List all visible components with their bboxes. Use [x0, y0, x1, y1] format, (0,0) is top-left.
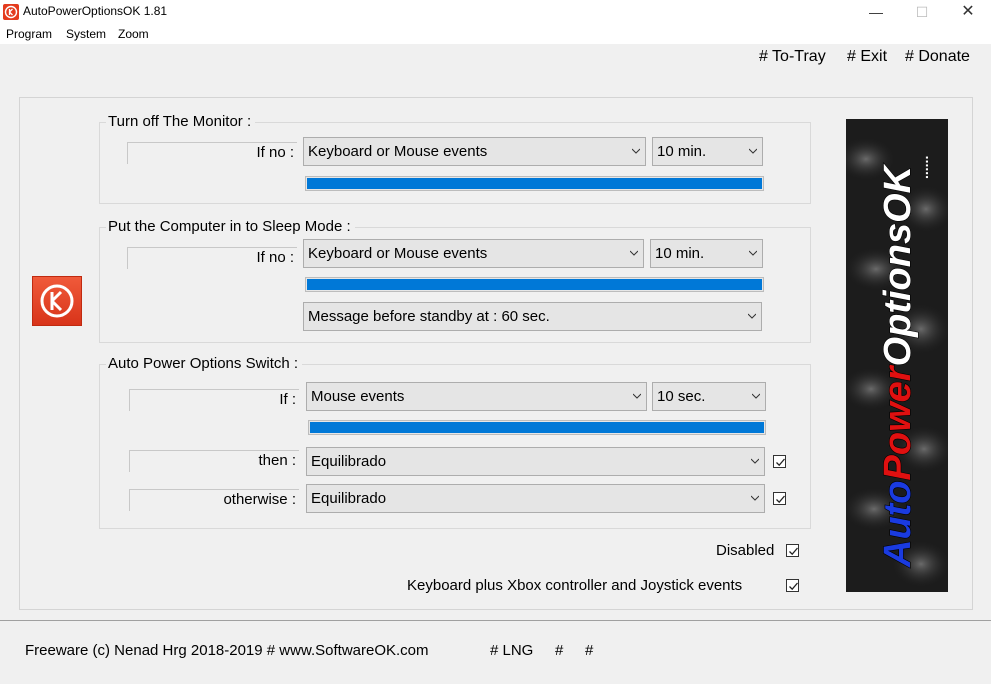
switch-event-value: Mouse events [311, 388, 405, 405]
chevron-down-icon [752, 393, 760, 399]
menu-system[interactable]: System [66, 27, 106, 41]
monitor-event-value: Keyboard or Mouse events [308, 143, 488, 160]
sleep-progress-fill [307, 279, 762, 290]
title-bar: AutoPowerOptionsOK 1.81 — ☐ ✕ [0, 0, 991, 24]
monitor-group-title: Turn off The Monitor : [106, 113, 256, 130]
close-button[interactable]: ✕ [945, 0, 991, 24]
menu-zoom[interactable]: Zoom [118, 27, 149, 41]
then-plan-value: Equilibrado [311, 453, 387, 470]
chevron-down-icon [633, 393, 641, 399]
app-icon[interactable] [3, 4, 19, 20]
switch-time-value: 10 sec. [657, 388, 706, 405]
disabled-checkbox[interactable] [786, 544, 799, 557]
footer-lng-link[interactable]: # LNG [490, 642, 533, 659]
disabled-label[interactable]: Disabled [716, 542, 774, 559]
switch-time-dropdown[interactable]: 10 sec. [652, 382, 766, 411]
sleep-event-dropdown[interactable]: Keyboard or Mouse events [303, 239, 644, 268]
monitor-event-dropdown[interactable]: Keyboard or Mouse events [303, 137, 646, 166]
banner-dots: ...... [915, 156, 931, 179]
switch-progress-fill [310, 422, 764, 433]
otherwise-checkbox[interactable] [773, 492, 786, 505]
otherwise-plan-dropdown[interactable]: Equilibrado [306, 484, 765, 513]
switch-if-label: If : [279, 391, 296, 408]
monitor-time-dropdown[interactable]: 10 min. [652, 137, 763, 166]
window-title: AutoPowerOptionsOK 1.81 [23, 4, 168, 18]
chevron-down-icon [630, 250, 638, 256]
app-banner[interactable]: AutoPowerOptionsOK ...... [846, 119, 948, 592]
switch-progress-bar [308, 420, 766, 435]
chevron-down-icon [749, 250, 757, 256]
sleep-progress-bar [305, 277, 764, 292]
standby-message-dropdown[interactable]: Message before standby at : 60 sec. [303, 302, 762, 331]
sleep-time-value: 10 min. [655, 245, 705, 262]
maximize-button[interactable]: ☐ [899, 0, 945, 24]
footer-hash-link-1[interactable]: # [555, 642, 563, 659]
banner-auto: Auto [877, 480, 919, 568]
monitor-time-value: 10 min. [657, 143, 707, 160]
softwareok-logo[interactable] [32, 276, 82, 326]
xbox-events-checkbox[interactable] [786, 579, 799, 592]
sleep-time-dropdown[interactable]: 10 min. [650, 239, 763, 268]
banner-power: Power [877, 364, 919, 480]
switch-event-dropdown[interactable]: Mouse events [306, 382, 647, 411]
chevron-down-icon [748, 313, 756, 319]
standby-message-value: Message before standby at : 60 sec. [308, 308, 550, 325]
chevron-down-icon [632, 148, 640, 154]
sleep-group-title: Put the Computer in to Sleep Mode : [106, 218, 355, 235]
footer-separator [0, 620, 991, 621]
chevron-down-icon [749, 148, 757, 154]
footer-hash-link-2[interactable]: # [585, 642, 593, 659]
monitor-if-no-label: If no : [256, 144, 294, 161]
menu-bar: Program System Zoom [0, 24, 991, 44]
chevron-down-icon [751, 458, 759, 464]
svg-text:AutoPowerOptionsOK: AutoPowerOptionsOK [877, 163, 919, 568]
then-label: then : [258, 452, 296, 469]
footer-copyright-link[interactable]: Freeware (c) Nenad Hrg 2018-2019 # www.S… [25, 642, 429, 659]
chevron-down-icon [751, 495, 759, 501]
monitor-progress-fill [307, 178, 762, 189]
then-plan-dropdown[interactable]: Equilibrado [306, 447, 765, 476]
then-checkbox[interactable] [773, 455, 786, 468]
banner-options: Options [877, 223, 919, 367]
otherwise-plan-value: Equilibrado [311, 490, 387, 507]
xbox-events-label[interactable]: Keyboard plus Xbox controller and Joysti… [407, 577, 742, 594]
otherwise-label: otherwise : [223, 491, 296, 508]
sleep-event-value: Keyboard or Mouse events [308, 245, 488, 262]
exit-link[interactable]: # Exit [847, 48, 887, 66]
menu-program[interactable]: Program [6, 27, 52, 41]
banner-ok: OK [877, 163, 919, 223]
donate-link[interactable]: # Donate [905, 48, 970, 66]
minimize-button[interactable]: — [853, 0, 899, 24]
monitor-progress-bar [305, 176, 764, 191]
to-tray-link[interactable]: # To-Tray [759, 48, 826, 66]
sleep-if-no-label: If no : [256, 249, 294, 266]
switch-group-title: Auto Power Options Switch : [106, 355, 303, 372]
